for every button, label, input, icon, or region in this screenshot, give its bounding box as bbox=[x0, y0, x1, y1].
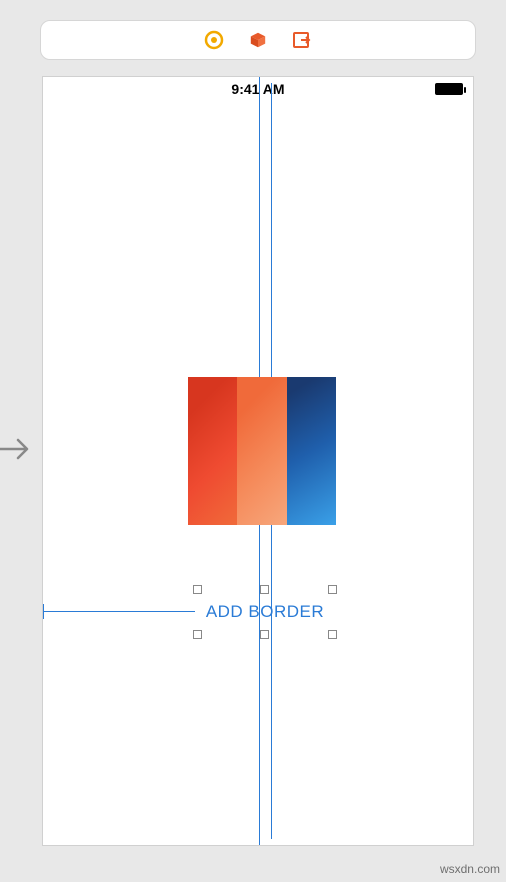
arrow-right-icon bbox=[0, 435, 32, 463]
image-content bbox=[237, 377, 286, 525]
status-bar: 9:41 AM bbox=[43, 77, 473, 101]
debug-toolbar bbox=[40, 20, 476, 60]
exit-button[interactable] bbox=[292, 30, 312, 50]
storyboard-device-canvas[interactable]: 9:41 AM ADD BORDER bbox=[42, 76, 474, 846]
record-icon bbox=[204, 30, 224, 50]
resize-handle-bottom-left[interactable] bbox=[193, 630, 202, 639]
cube-icon bbox=[249, 31, 267, 49]
exit-icon bbox=[292, 30, 312, 50]
image-content bbox=[287, 377, 336, 525]
resize-handle-bottom-middle[interactable] bbox=[260, 630, 269, 639]
button-label: ADD BORDER bbox=[206, 602, 324, 622]
resize-handle-top-right[interactable] bbox=[328, 585, 337, 594]
resize-handle-bottom-right[interactable] bbox=[328, 630, 337, 639]
view-debugger-button[interactable] bbox=[248, 30, 268, 50]
leading-constraint-line bbox=[43, 611, 195, 612]
status-time: 9:41 AM bbox=[231, 81, 284, 97]
record-button[interactable] bbox=[204, 30, 224, 50]
image-content bbox=[188, 377, 237, 525]
watermark: wsxdn.com bbox=[440, 862, 500, 876]
resize-handle-top-middle[interactable] bbox=[260, 585, 269, 594]
add-border-button[interactable]: ADD BORDER bbox=[205, 597, 325, 627]
image-view[interactable] bbox=[188, 377, 336, 525]
battery-icon bbox=[435, 83, 463, 95]
resize-handle-top-left[interactable] bbox=[193, 585, 202, 594]
back-arrow[interactable] bbox=[0, 435, 32, 463]
